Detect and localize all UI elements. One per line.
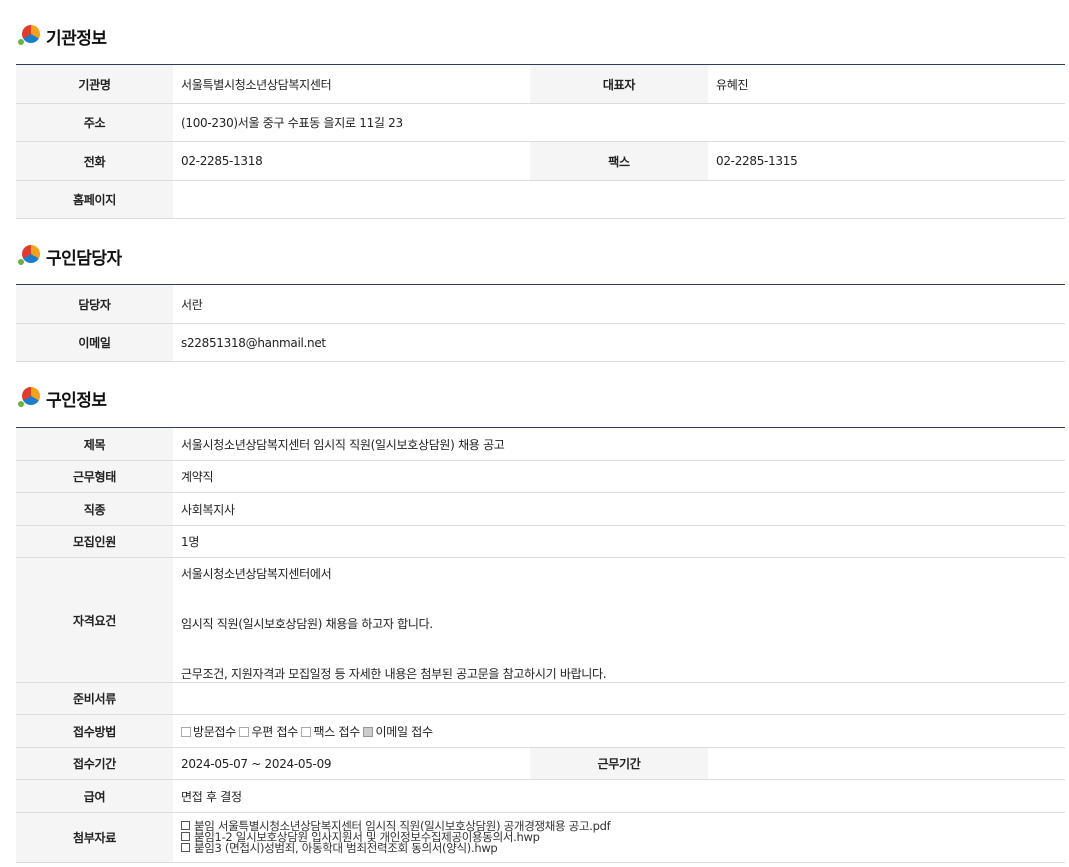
table-row: 직종 사회복지사 [16,492,1065,526]
bullet-logo-icon [18,387,40,409]
qualification-value: 서울시청소년상담복지센터에서 임시직 직원(일시보호상담원) 채용을 하고자 합… [173,557,1065,683]
section-title-contact: 구인담당자 [46,248,122,269]
person-value: 서란 [173,284,1065,324]
table-row: 기관명 서울특별시청소년상담복지센터 대표자 유혜진 [16,64,1065,104]
job-title-value: 서울시청소년상담복지센터 임시직 직원(일시보호상담원) 채용 공고 [173,427,1065,461]
address-label: 주소 [16,103,173,142]
documents-value [173,682,1065,715]
homepage-label: 홈페이지 [16,180,173,219]
file-icon [181,821,190,830]
tel-label: 전화 [16,141,173,181]
method-email: 이메일 접수 [363,725,433,739]
table-row: 접수기간 2024-05-07 ~ 2024-05-09 근무기간 [16,747,1065,780]
email-value[interactable]: s22851318@hanmail.net [173,323,1065,362]
work-term-value [708,747,1065,780]
checkbox-icon [181,727,191,737]
qualification-line: 임시직 직원(일시보호상담원) 채용을 하고자 합니다. [181,617,433,631]
rep-label: 대표자 [530,64,708,104]
section-header-org: 기관정보 [18,22,107,50]
job-kind-value: 사회복지사 [173,492,1065,526]
section-title-job: 구인정보 [46,390,107,411]
apply-period-label: 접수기간 [16,747,173,780]
salary-label: 급여 [16,779,173,813]
attachments-label: 첨부자료 [16,812,173,863]
homepage-value[interactable] [173,180,1065,219]
address-value: (100-230)서울 중구 수표동 을지로 11길 23 [173,103,1065,142]
table-row: 홈페이지 [16,180,1065,219]
file-icon [181,832,190,841]
org-info-table: 기관명 서울특별시청소년상담복지센터 대표자 유혜진 주소 (100-230)서… [16,64,1065,219]
job-title-label: 제목 [16,427,173,461]
table-row: 모집인원 1명 [16,525,1065,558]
work-type-label: 근무형태 [16,460,173,493]
work-type-value: 계약직 [173,460,1065,493]
apply-period-value: 2024-05-07 ~ 2024-05-09 [173,747,530,780]
checkbox-icon [239,727,250,737]
person-label: 담당자 [16,284,173,324]
email-label: 이메일 [16,323,173,362]
headcount-value: 1명 [173,525,1065,558]
table-row: 이메일 s22851318@hanmail.net [16,323,1065,362]
headcount-label: 모집인원 [16,525,173,558]
work-term-label: 근무기간 [530,747,708,780]
method-visit: 방문접수 [181,725,236,739]
bullet-logo-icon [18,25,40,47]
table-row: 제목 서울시청소년상담복지센터 임시직 직원(일시보호상담원) 채용 공고 [16,427,1065,461]
table-row: 주소 (100-230)서울 중구 수표동 을지로 11길 23 [16,103,1065,142]
job-info-table: 제목 서울시청소년상담복지센터 임시직 직원(일시보호상담원) 채용 공고 근무… [16,427,1065,863]
rep-value: 유혜진 [708,64,1065,104]
qualification-line: 서울시청소년상담복지센터에서 [181,567,332,581]
documents-label: 준비서류 [16,682,173,715]
table-row: 담당자 서란 [16,284,1065,324]
table-row: 첨부자료 붙임 서울특별시청소년상담복지센터 임시직 직원(일시보호상담원) 공… [16,812,1065,863]
bullet-logo-icon [18,245,40,267]
section-title-org: 기관정보 [46,28,107,49]
attachments-list: 붙임 서울특별시청소년상담복지센터 임시직 직원(일시보호상담원) 공개경쟁채용… [173,812,1065,863]
salary-value: 면접 후 결정 [173,779,1065,813]
contact-info-table: 담당자 서란 이메일 s22851318@hanmail.net [16,284,1065,362]
method-mail: 우편 접수 [239,725,298,739]
org-name-value: 서울특별시청소년상담복지센터 [173,64,530,104]
attachment-item[interactable]: 붙임3 (면접시)성범죄, 아동학대 범죄전력조회 동의서(양식).hwp [181,841,1057,855]
apply-method-label: 접수방법 [16,714,173,748]
fax-label: 팩스 [530,141,708,181]
checkbox-icon [301,727,312,737]
section-header-contact: 구인담당자 [18,242,122,270]
table-row: 근무형태 계약직 [16,460,1065,493]
qualification-label: 자격요건 [16,557,173,683]
file-icon [181,843,190,852]
table-row: 전화 02-2285-1318 팩스 02-2285-1315 [16,141,1065,181]
method-fax: 팩스 접수 [301,725,360,739]
fax-value: 02-2285-1315 [708,141,1065,181]
qualification-line: 근무조건, 지원자격과 모집일정 등 자세한 내용은 첨부된 공고문을 참고하시… [181,667,607,681]
table-row: 급여 면접 후 결정 [16,779,1065,813]
table-row: 준비서류 [16,682,1065,715]
checkbox-checked-icon [363,727,374,737]
table-row: 접수방법 방문접수 우편 접수 팩스 접수 이메일 접수 [16,714,1065,748]
attachment-link[interactable]: 붙임3 (면접시)성범죄, 아동학대 범죄전력조회 동의서(양식).hwp [194,841,498,855]
job-kind-label: 직종 [16,492,173,526]
table-row: 자격요건 서울시청소년상담복지센터에서 임시직 직원(일시보호상담원) 채용을 … [16,557,1065,683]
apply-methods: 방문접수 우편 접수 팩스 접수 이메일 접수 [173,714,1065,748]
tel-value: 02-2285-1318 [173,141,530,181]
org-name-label: 기관명 [16,64,173,104]
section-header-job: 구인정보 [18,384,107,412]
